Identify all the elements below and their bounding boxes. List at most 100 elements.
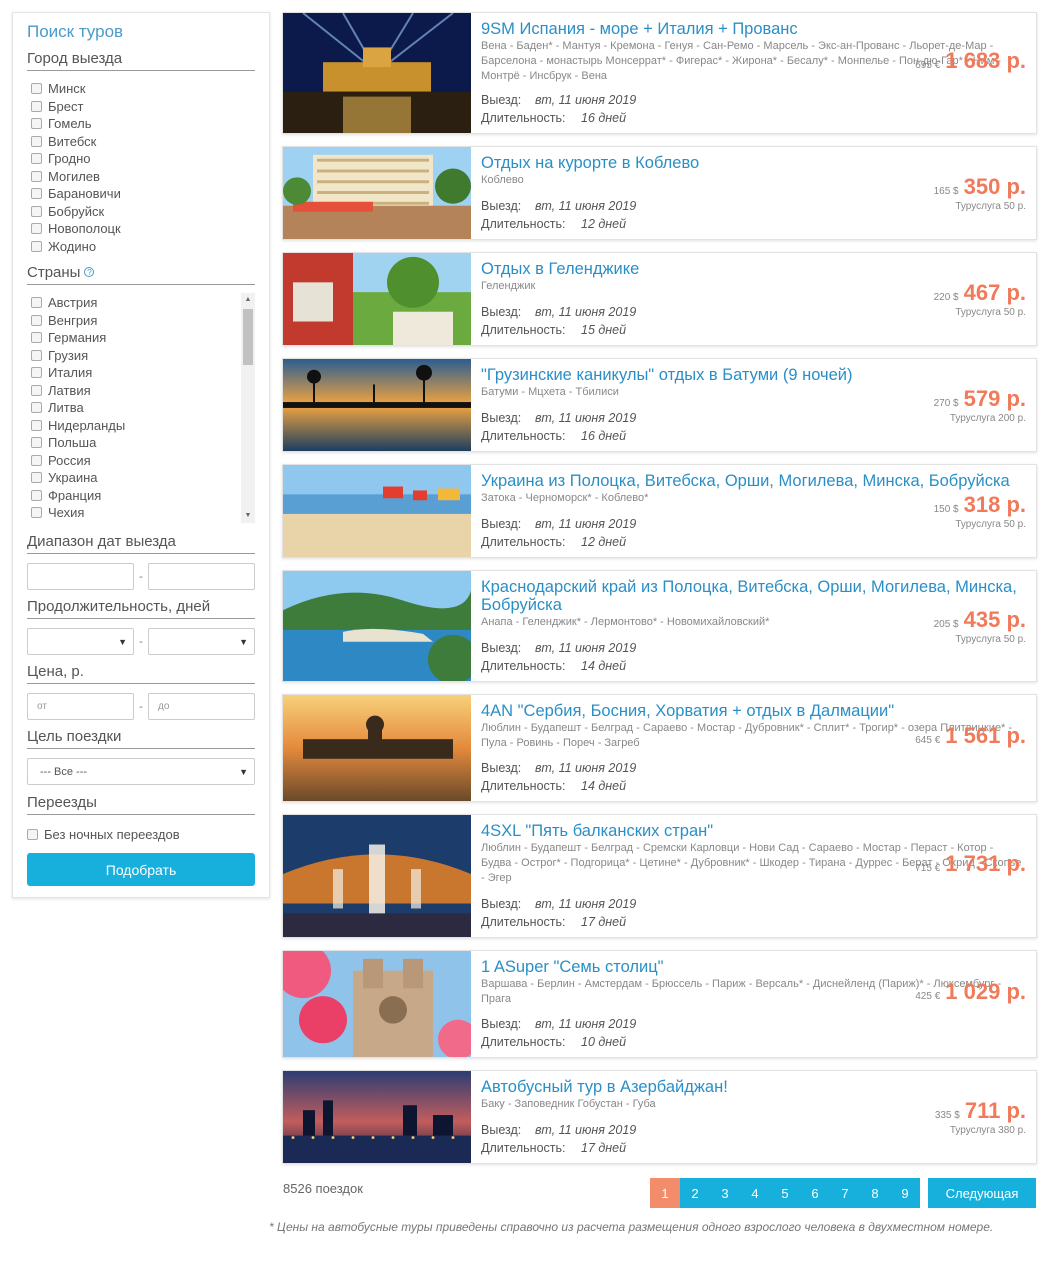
city-checkbox-item[interactable]: Гомель (27, 115, 255, 133)
checkbox[interactable] (31, 83, 42, 95)
no-night-transfers-checkbox[interactable]: Без ночных переездов (27, 827, 255, 842)
tour-image[interactable] (283, 465, 471, 557)
duration-from-select[interactable]: ▼ (27, 628, 134, 655)
countries-scrollbar[interactable]: ▲ ▼ (241, 293, 255, 523)
help-icon[interactable]: ? (84, 267, 95, 277)
country-checkbox-item[interactable]: Венгрия (27, 312, 255, 330)
tour-card[interactable]: Краснодарский край из Полоцка, Витебска,… (282, 570, 1037, 682)
city-checkbox-item[interactable]: Брест (27, 98, 255, 116)
checkbox[interactable] (31, 384, 42, 396)
checkbox[interactable] (31, 489, 42, 501)
tour-title-link[interactable]: Отдых в Геленджике (481, 260, 1026, 278)
checkbox[interactable] (31, 240, 42, 252)
tour-image[interactable] (283, 1071, 471, 1163)
country-checkbox-item[interactable]: Грузия (27, 347, 255, 365)
checkbox[interactable] (31, 367, 42, 379)
tour-title-link[interactable]: Украина из Полоцка, Витебска, Орши, Моги… (481, 472, 1026, 490)
city-checkbox-item[interactable]: Минск (27, 80, 255, 98)
checkbox[interactable] (31, 507, 42, 519)
purpose-select[interactable]: --- Все --- ▼ (27, 758, 255, 785)
tour-image[interactable] (283, 13, 471, 133)
page-button[interactable]: 8 (860, 1178, 890, 1208)
checkbox[interactable] (31, 100, 42, 112)
city-checkbox-item[interactable]: Гродно (27, 150, 255, 168)
tour-card[interactable]: "Грузинские каникулы" отдых в Батуми (9 … (282, 358, 1037, 452)
tour-card[interactable]: 9SM Испания - море + Италия + Прованс Вен… (282, 12, 1037, 134)
checkbox[interactable] (31, 349, 42, 361)
checkbox[interactable] (31, 402, 42, 414)
country-checkbox-item[interactable]: Россия (27, 452, 255, 470)
checkbox[interactable] (31, 314, 42, 326)
tour-card[interactable]: 4SXL "Пять балканских стран" Люблин - Буд… (282, 814, 1037, 938)
checkbox[interactable] (31, 188, 42, 200)
scroll-up-icon[interactable]: ▲ (241, 293, 255, 307)
city-checkbox-item[interactable]: Могилев (27, 168, 255, 186)
country-checkbox-item[interactable]: Польша (27, 434, 255, 452)
next-page-button[interactable]: Следующая (928, 1178, 1036, 1208)
tour-card[interactable]: 1 ASuper "Семь столиц" Варшава - Берлин -… (282, 950, 1037, 1058)
checkbox[interactable] (31, 205, 42, 217)
tour-card[interactable]: Отдых в Геленджике Геленджик Выезд: вт, 11 … (282, 252, 1037, 346)
price-from-input[interactable]: от (27, 693, 134, 720)
price-to-input[interactable]: до (148, 693, 255, 720)
city-checkbox-item[interactable]: Барановичи (27, 185, 255, 203)
country-checkbox-item[interactable]: Латвия (27, 382, 255, 400)
tour-card[interactable]: Отдых на курорте в Коблево Коблево Выезд: в… (282, 146, 1037, 240)
tour-title-link[interactable]: Автобусный тур в Азербайджан! (481, 1078, 1026, 1096)
country-checkbox-item[interactable]: Германия (27, 329, 255, 347)
country-checkbox-item[interactable]: Литва (27, 399, 255, 417)
checkbox[interactable] (31, 472, 42, 484)
tour-title-link[interactable]: 4SXL "Пять балканских стран" (481, 822, 1026, 840)
page-button[interactable]: 4 (740, 1178, 770, 1208)
page-button[interactable]: 7 (830, 1178, 860, 1208)
tour-title-link[interactable]: Отдых на курорте в Коблево (481, 154, 1026, 172)
scroll-thumb[interactable] (243, 309, 253, 365)
checkbox[interactable] (31, 419, 42, 431)
checkbox[interactable] (31, 437, 42, 449)
scroll-down-icon[interactable]: ▼ (241, 509, 255, 523)
tour-image[interactable] (283, 359, 471, 451)
tour-image[interactable] (283, 951, 471, 1057)
page-button[interactable]: 5 (770, 1178, 800, 1208)
tour-title-link[interactable]: 9SM Испания - море + Италия + Прованс (481, 20, 1026, 38)
country-checkbox-item[interactable]: Украина (27, 469, 255, 487)
page-button[interactable]: 3 (710, 1178, 740, 1208)
countries-scroll-area[interactable]: Австрия Венгрия Германия Грузия Италия Латвия… (27, 293, 255, 533)
date-from-input[interactable] (27, 563, 134, 590)
tour-image[interactable] (283, 815, 471, 937)
tour-title-link[interactable]: 4AN "Сербия, Босния, Хорватия + отдых в … (481, 702, 1026, 720)
city-checkbox-item[interactable]: Витебск (27, 133, 255, 151)
checkbox[interactable] (31, 454, 42, 466)
tour-card[interactable]: Автобусный тур в Азербайджан! Баку - Запо… (282, 1070, 1037, 1164)
checkbox[interactable] (31, 135, 42, 147)
country-checkbox-item[interactable]: Австрия (27, 294, 255, 312)
country-checkbox-item[interactable]: Франция (27, 487, 255, 505)
page-button[interactable]: 6 (800, 1178, 830, 1208)
checkbox[interactable] (31, 332, 42, 344)
tour-image[interactable] (283, 253, 471, 345)
city-checkbox-item[interactable]: Новополоцк (27, 220, 255, 238)
checkbox[interactable] (31, 118, 42, 130)
date-to-input[interactable] (148, 563, 255, 590)
country-checkbox-item[interactable]: Чехия (27, 504, 255, 522)
city-checkbox-item[interactable]: Бобруйск (27, 203, 255, 221)
country-checkbox-item[interactable]: Италия (27, 364, 255, 382)
checkbox[interactable] (31, 153, 42, 165)
tour-title-link[interactable]: "Грузинские каникулы" отдых в Батуми (9 … (481, 366, 1026, 384)
page-button[interactable]: 9 (890, 1178, 920, 1208)
page-button[interactable]: 1 (650, 1178, 680, 1208)
checkbox[interactable] (31, 223, 42, 235)
page-button[interactable]: 2 (680, 1178, 710, 1208)
tour-card[interactable]: 4AN "Сербия, Босния, Хорватия + отдых в … (282, 694, 1037, 802)
tour-image[interactable] (283, 695, 471, 801)
city-checkbox-item[interactable]: Жодино (27, 238, 255, 256)
checkbox[interactable] (27, 829, 38, 840)
tour-image[interactable] (283, 147, 471, 239)
tour-image[interactable] (283, 571, 471, 681)
submit-button[interactable]: Подобрать (27, 853, 255, 886)
tour-title-link[interactable]: 1 ASuper "Семь столиц" (481, 958, 1026, 976)
checkbox[interactable] (31, 170, 42, 182)
tour-card[interactable]: Украина из Полоцка, Витебска, Орши, Моги… (282, 464, 1037, 558)
checkbox[interactable] (31, 297, 42, 309)
country-checkbox-item[interactable]: Нидерланды (27, 417, 255, 435)
